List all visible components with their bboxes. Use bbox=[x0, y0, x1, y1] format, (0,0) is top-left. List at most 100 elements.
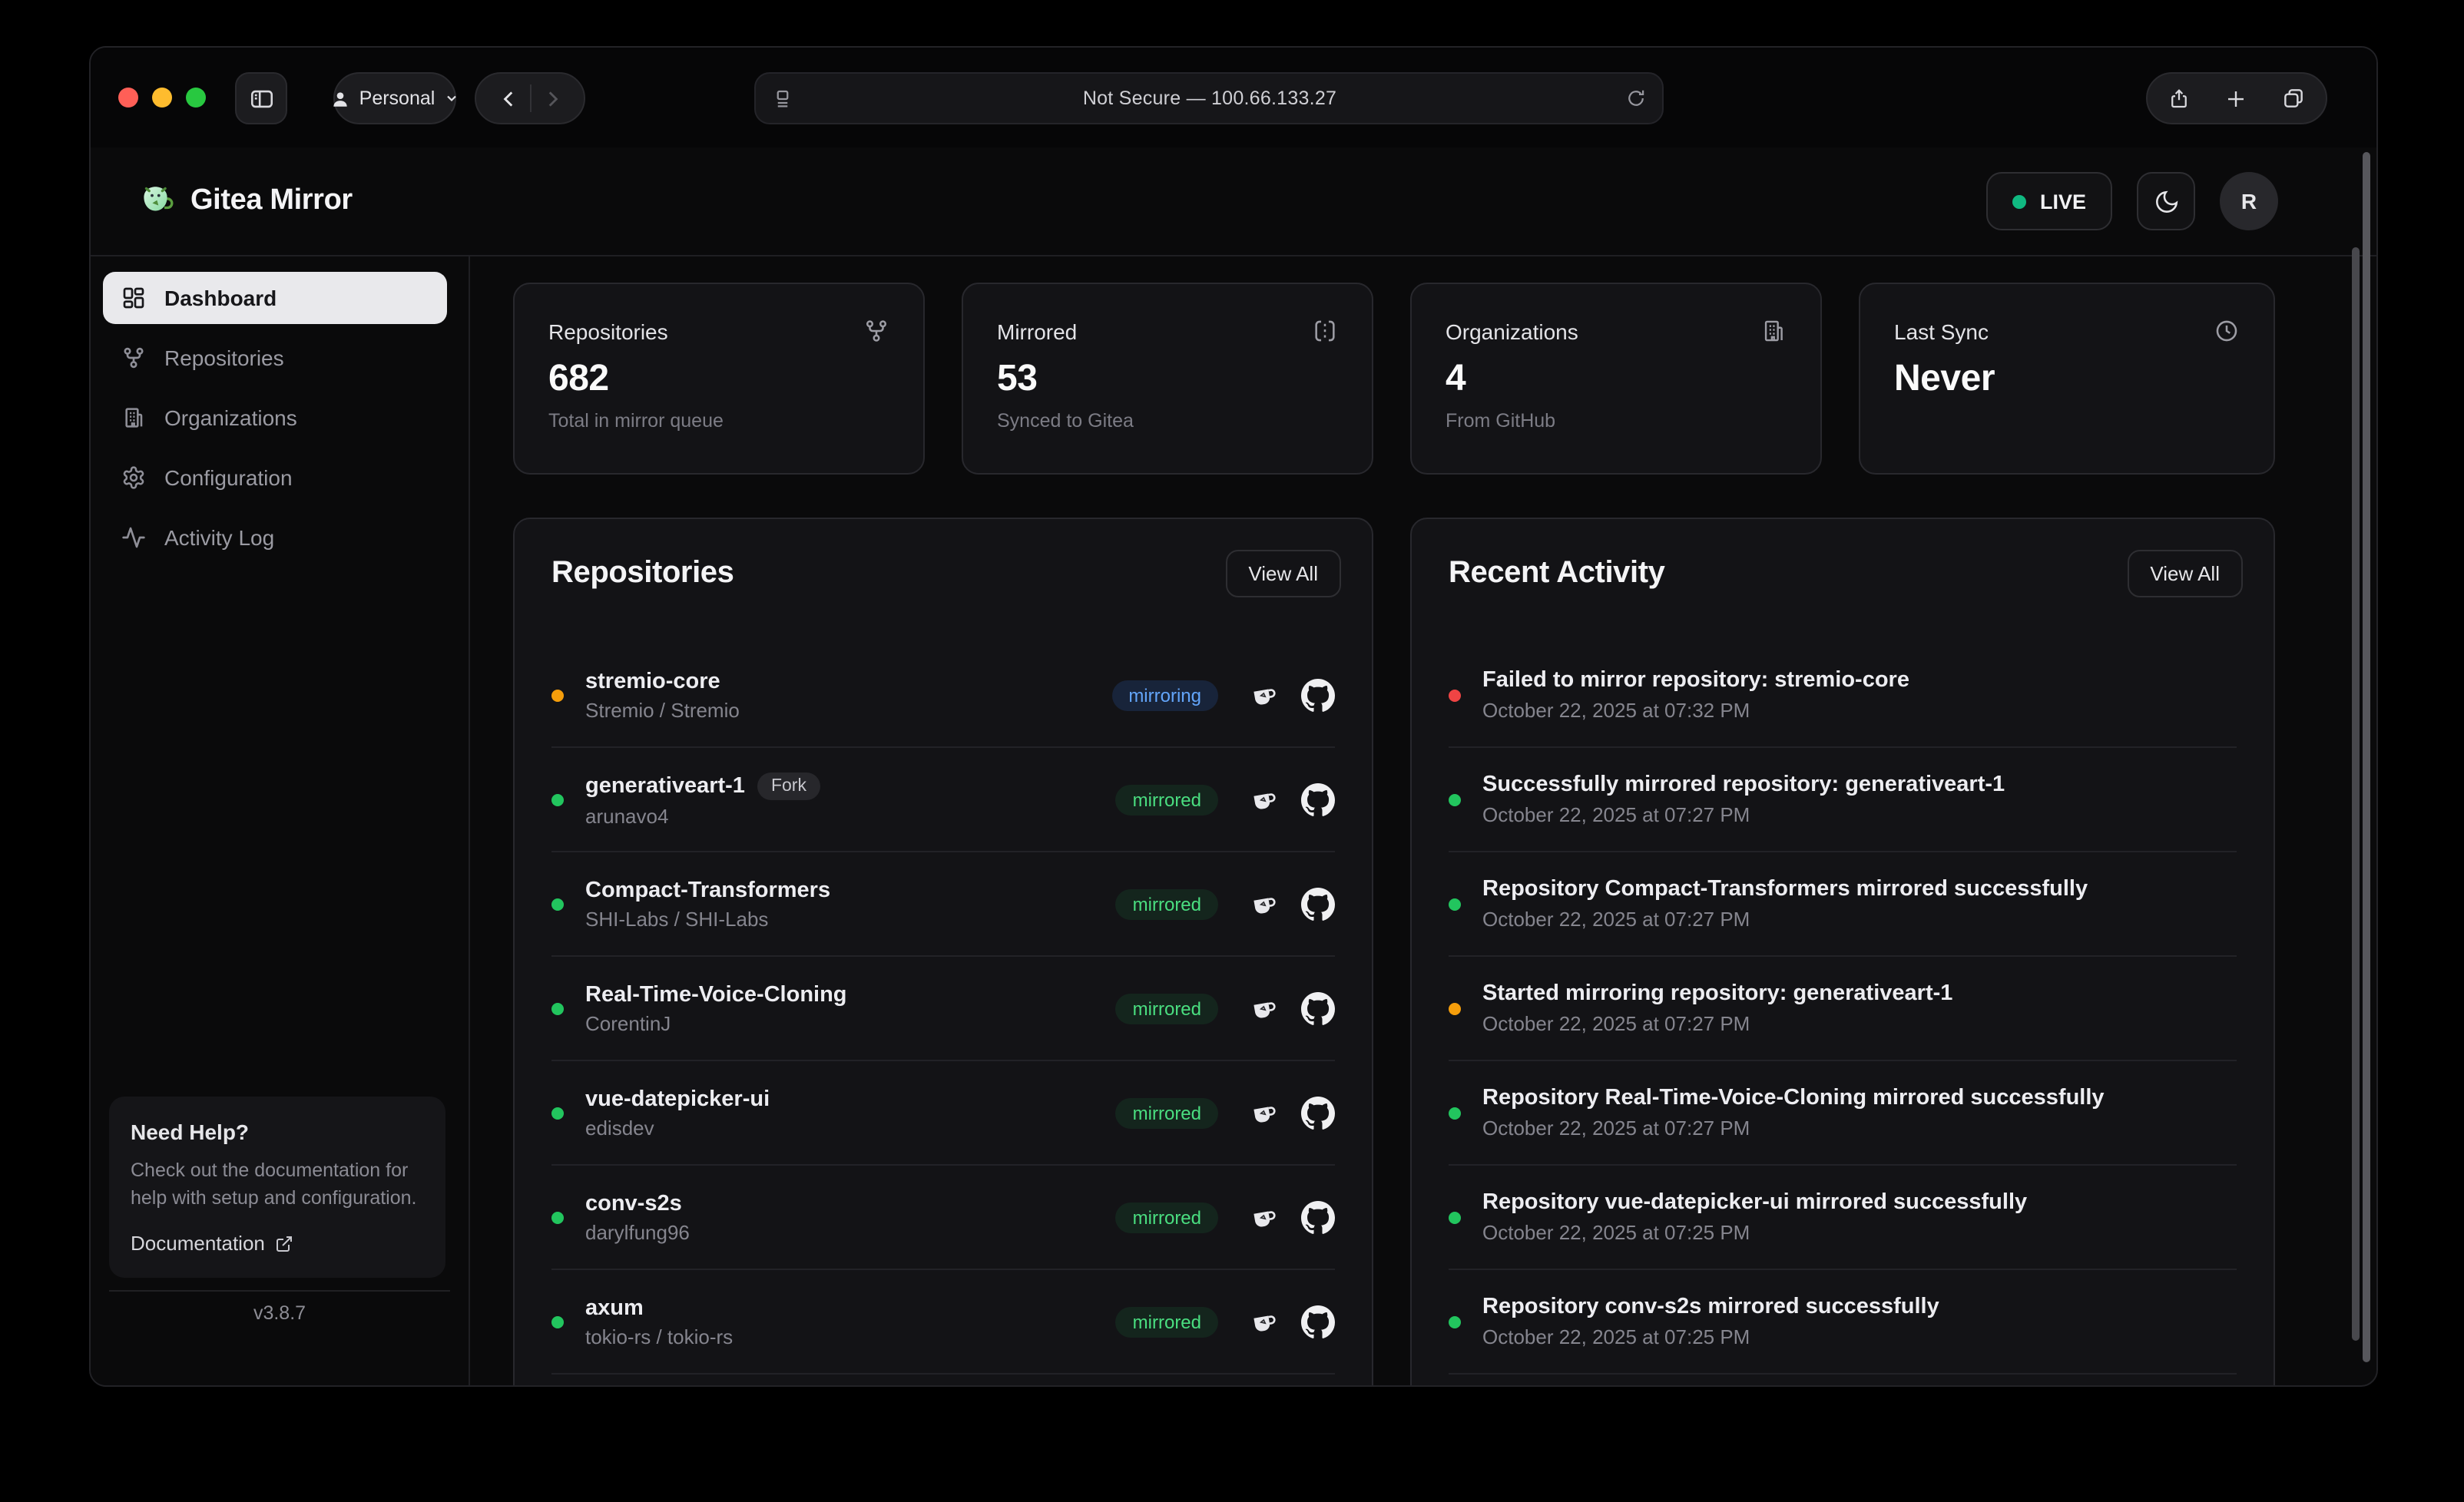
back-button[interactable] bbox=[498, 88, 518, 108]
toolbar-right-group bbox=[2146, 72, 2327, 124]
status-badge: mirrored bbox=[1116, 1097, 1218, 1128]
stat-card-repositories: Repositories 682 Total in mirror queue bbox=[513, 283, 925, 475]
github-icon[interactable] bbox=[1301, 991, 1335, 1025]
moon-icon bbox=[2153, 188, 2179, 214]
view-all-repositories-button[interactable]: View All bbox=[1225, 550, 1341, 597]
status-dot bbox=[1449, 793, 1461, 806]
status-badge: mirroring bbox=[1111, 680, 1218, 710]
clock-icon bbox=[2214, 318, 2240, 344]
help-title: Need Help? bbox=[131, 1120, 424, 1144]
repositories-panel: Repositories View All stremio-core Strem… bbox=[513, 518, 1373, 1385]
view-all-activity-button[interactable]: View All bbox=[2127, 550, 2243, 597]
page-scrollbar[interactable] bbox=[2363, 152, 2370, 1362]
github-icon[interactable] bbox=[1301, 1096, 1335, 1130]
share-icon[interactable] bbox=[2168, 87, 2191, 110]
activity-row[interactable]: Repository vue-datepicker-ui mirrored su… bbox=[1449, 1166, 2237, 1270]
repo-row[interactable]: stremio-core Stremio / Stremio mirroring bbox=[551, 643, 1335, 748]
live-status-button[interactable]: LIVE bbox=[1986, 172, 2112, 230]
stat-card-last-sync: Last Sync Never bbox=[1859, 283, 2275, 475]
github-icon[interactable] bbox=[1301, 887, 1335, 921]
gitea-cup-icon[interactable] bbox=[1249, 888, 1280, 919]
user-avatar[interactable]: R bbox=[2220, 172, 2278, 230]
dashboard-icon bbox=[121, 286, 146, 310]
url-text: Not Secure — 100.66.133.27 bbox=[794, 88, 1625, 109]
help-card: Need Help? Check out the documentation f… bbox=[109, 1097, 445, 1279]
activity-row[interactable]: Successfully mirrored repository: genera… bbox=[1449, 748, 2237, 852]
building-icon bbox=[1760, 318, 1787, 344]
live-dot bbox=[2012, 194, 2026, 208]
nav-buttons bbox=[475, 72, 585, 124]
repo-row[interactable]: axum tokio-rs / tokio-rs mirrored bbox=[551, 1270, 1335, 1375]
new-tab-icon[interactable] bbox=[2224, 87, 2247, 110]
content-scrollbar[interactable] bbox=[2352, 247, 2360, 1341]
status-badge: mirrored bbox=[1116, 1202, 1218, 1232]
github-icon[interactable] bbox=[1301, 678, 1335, 712]
activity-row[interactable]: Repository Real-Time-Voice-Cloning mirro… bbox=[1449, 1061, 2237, 1166]
building-icon bbox=[121, 405, 146, 430]
gitea-cup-icon[interactable] bbox=[1249, 1306, 1280, 1337]
zoom-window-button[interactable] bbox=[186, 88, 206, 108]
activity-row[interactable]: Repository Compact-Transformers mirrored… bbox=[1449, 852, 2237, 957]
github-icon[interactable] bbox=[1301, 782, 1335, 816]
tab-overview-icon[interactable] bbox=[2281, 86, 2306, 111]
sidebar-toggle-icon bbox=[248, 85, 274, 111]
minimize-window-button[interactable] bbox=[152, 88, 172, 108]
sidebar-item-organizations[interactable]: Organizations bbox=[103, 392, 447, 444]
close-window-button[interactable] bbox=[118, 88, 138, 108]
gear-icon bbox=[121, 465, 146, 490]
repo-row[interactable]: vue-datepicker-ui edisdev mirrored bbox=[551, 1061, 1335, 1166]
page-title: Gitea Mirror bbox=[190, 184, 353, 218]
main-content: Repositories 682 Total in mirror queue M… bbox=[472, 256, 2376, 1385]
gitea-cup-icon[interactable] bbox=[1249, 993, 1280, 1024]
gitea-cup-icon[interactable] bbox=[1249, 1202, 1280, 1232]
status-dot bbox=[551, 898, 564, 910]
sidebar-item-repositories[interactable]: Repositories bbox=[103, 332, 447, 384]
gitea-cup-icon[interactable] bbox=[1249, 1097, 1280, 1128]
repo-row[interactable]: conv-s2s darylfung96 mirrored bbox=[551, 1166, 1335, 1270]
theme-toggle-button[interactable] bbox=[2137, 172, 2195, 230]
app-header: Gitea Mirror LIVE R bbox=[91, 147, 2376, 255]
status-dot bbox=[551, 1107, 564, 1119]
status-badge: mirrored bbox=[1116, 993, 1218, 1024]
status-dot bbox=[1449, 1107, 1461, 1119]
status-dot bbox=[1449, 1211, 1461, 1223]
status-dot bbox=[551, 689, 564, 701]
external-link-icon bbox=[276, 1235, 294, 1253]
status-badge: mirrored bbox=[1116, 888, 1218, 919]
repo-row[interactable]: generativeart-1 Fork arunavo4 mirrored bbox=[551, 748, 1335, 852]
activity-row[interactable]: Failed to mirror repository: stremio-cor… bbox=[1449, 643, 2237, 748]
github-icon[interactable] bbox=[1301, 1200, 1335, 1234]
traffic-lights bbox=[118, 88, 206, 108]
refresh-icon[interactable] bbox=[1625, 88, 1647, 109]
profile-dropdown[interactable]: Personal bbox=[333, 72, 456, 124]
sidebar-item-activity-log[interactable]: Activity Log bbox=[103, 511, 447, 564]
live-label: LIVE bbox=[2040, 190, 2086, 213]
status-dot bbox=[1449, 689, 1461, 701]
gitea-cup-icon[interactable] bbox=[1249, 680, 1280, 710]
activity-row[interactable]: Repository conv-s2s mirrored successfull… bbox=[1449, 1270, 2237, 1375]
reader-icon[interactable] bbox=[771, 87, 794, 110]
forward-button[interactable] bbox=[541, 88, 561, 108]
activity-icon bbox=[121, 525, 146, 550]
gitea-cup-icon[interactable] bbox=[1249, 784, 1280, 815]
sidebar-item-label: Organizations bbox=[164, 405, 297, 430]
status-badge: mirrored bbox=[1116, 1306, 1218, 1337]
sidebar-toggle-button[interactable] bbox=[235, 72, 287, 124]
github-icon[interactable] bbox=[1301, 1305, 1335, 1338]
activity-row[interactable]: Started mirroring repository: generative… bbox=[1449, 957, 2237, 1061]
sidebar-item-label: Dashboard bbox=[164, 286, 277, 310]
documentation-link[interactable]: Documentation bbox=[131, 1232, 424, 1256]
sidebar-item-configuration[interactable]: Configuration bbox=[103, 452, 447, 504]
help-body: Check out the documentation for help wit… bbox=[131, 1156, 424, 1213]
safari-window: Personal Not bbox=[89, 46, 2378, 1387]
chevron-down-icon bbox=[444, 91, 459, 106]
sidebar-item-dashboard[interactable]: Dashboard bbox=[103, 272, 447, 324]
recent-activity-panel: Recent Activity View All Failed to mirro… bbox=[1410, 518, 2275, 1385]
stat-card-organizations: Organizations 4 From GitHub bbox=[1410, 283, 1822, 475]
repo-row[interactable]: Real-Time-Voice-Cloning CorentinJ mirror… bbox=[551, 957, 1335, 1061]
status-dot bbox=[551, 793, 564, 806]
address-bar[interactable]: Not Secure — 100.66.133.27 bbox=[754, 72, 1664, 124]
status-dot bbox=[1449, 898, 1461, 910]
git-fork-icon bbox=[863, 318, 889, 344]
repo-row[interactable]: Compact-Transformers SHI-Labs / SHI-Labs… bbox=[551, 852, 1335, 957]
